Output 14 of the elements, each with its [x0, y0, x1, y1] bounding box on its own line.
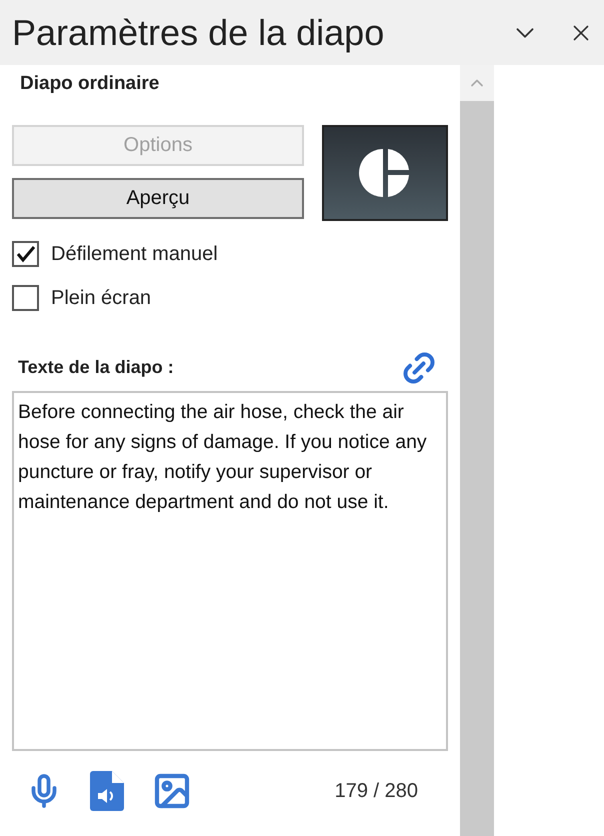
slide-thumbnail[interactable] [322, 124, 448, 220]
pie-chart-icon [359, 146, 411, 198]
checkbox-label: Plein écran [51, 286, 152, 310]
checkbox[interactable] [12, 240, 39, 266]
audio-file-icon[interactable] [90, 770, 124, 810]
checkbox[interactable] [12, 284, 39, 310]
character-counter: 179 / 280 [334, 778, 418, 804]
scrollbar[interactable] [460, 65, 494, 836]
preview-button[interactable]: Aperçu [12, 178, 304, 218]
checkbox-label: Défilement manuel [51, 242, 218, 266]
section-title: Diapo ordinaire [20, 72, 160, 96]
slide-text-label: Texte de la diapo : [18, 356, 174, 379]
slide-text-field[interactable]: Before connecting the air hose, check the air hose for any signs of damage. If you notice any puncture or fray, notify your supervisor or maintenance department and do not use it. [12, 390, 448, 750]
window-title: Paramètres de la diapo [12, 14, 386, 50]
